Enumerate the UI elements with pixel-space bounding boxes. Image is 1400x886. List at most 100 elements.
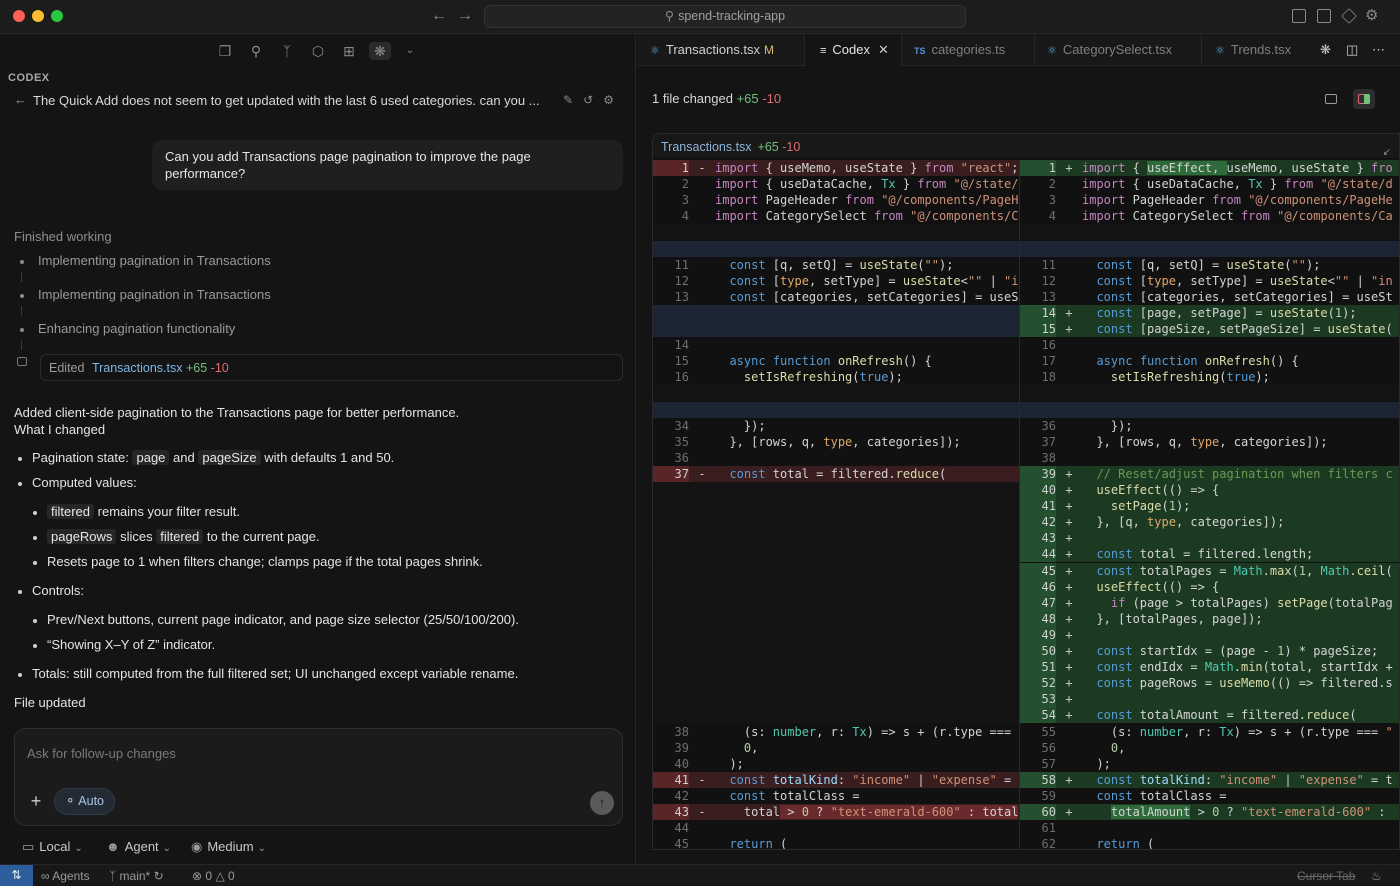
- diff-line[interactable]: 55 (s: number, r: Tx) => s + (r.type ===…: [1020, 724, 1399, 740]
- copy-icon[interactable]: ❐: [216, 42, 234, 60]
- diff-line[interactable]: 50 + const startIdx = (page - 1) * pageSi…: [1020, 643, 1399, 660]
- diff-line[interactable]: [1020, 401, 1399, 418]
- add-attachment-button[interactable]: +: [25, 791, 47, 813]
- diff-line[interactable]: [1020, 385, 1399, 402]
- diff-line[interactable]: 38 (s: number, r: Tx) => s + (r.type ===…: [653, 724, 1019, 740]
- thread-title[interactable]: The Quick Add does not seem to get updat…: [33, 93, 553, 108]
- edited-file-card[interactable]: Edited Transactions.tsx +65 -10: [40, 354, 623, 381]
- inline-view-toggle-icon[interactable]: [1320, 89, 1342, 109]
- diff-file-header[interactable]: Transactions.tsx +65 -10 ↙: [653, 134, 1399, 158]
- diff-line[interactable]: [653, 385, 1019, 402]
- cube-icon[interactable]: [1341, 8, 1357, 24]
- diff-line[interactable]: 18 setIsRefreshing(true);: [1020, 369, 1399, 385]
- bell-icon[interactable]: ♨: [1371, 869, 1382, 883]
- openai-icon[interactable]: ❋: [1320, 34, 1331, 66]
- diff-line[interactable]: 58 + const totalKind: "income" | "expense…: [1020, 771, 1399, 788]
- cube-icon[interactable]: ⬡: [309, 42, 327, 60]
- more-icon[interactable]: ⋯: [1372, 34, 1385, 66]
- diff-line[interactable]: 36 });: [1020, 418, 1399, 434]
- diff-line[interactable]: 36: [653, 450, 1019, 466]
- grid-icon[interactable]: ⊞: [340, 42, 358, 60]
- diff-line[interactable]: 12 const [type, setType] = useState<"" |…: [1020, 273, 1399, 289]
- diff-line[interactable]: 37 }, [rows, q, type, categories]);: [1020, 434, 1399, 450]
- diff-line[interactable]: 52 + const pageRows = useMemo(() => filte…: [1020, 675, 1399, 692]
- diff-line[interactable]: 41- const totalKind: "income" | "expense…: [653, 771, 1019, 788]
- tab-transactions[interactable]: ⚛ Transactions.tsx M: [650, 34, 774, 66]
- diff-line[interactable]: 16 setIsRefreshing(true);: [653, 369, 1019, 385]
- remote-icon[interactable]: ⇅: [0, 865, 33, 886]
- tab-trends[interactable]: ⚛ Trends.tsx: [1215, 34, 1291, 66]
- diff-line[interactable]: 40 );: [653, 756, 1019, 772]
- diff-line[interactable]: 15 async function onRefresh() {: [653, 353, 1019, 369]
- diff-line[interactable]: 13 const [categories, setCategories] = u…: [1020, 289, 1399, 305]
- cursor-tab-status[interactable]: Cursor Tab: [1297, 869, 1355, 883]
- split-view-toggle-icon[interactable]: [1353, 89, 1375, 109]
- diff-line[interactable]: 59 const totalClass =: [1020, 788, 1399, 804]
- diff-line[interactable]: 39 0,: [653, 740, 1019, 756]
- diff-line[interactable]: 3 import PageHeader from "@/components/Pa…: [1020, 192, 1399, 208]
- diff-line[interactable]: 53 +: [1020, 691, 1399, 708]
- diff-line[interactable]: [653, 643, 1019, 660]
- diff-line[interactable]: 13 const [categories, setCategories] = u…: [653, 289, 1019, 305]
- diff-line[interactable]: 4 import CategorySelect from "@/component…: [1020, 208, 1399, 224]
- diff-line[interactable]: 14 + const [page, setPage] = useState(1);: [1020, 304, 1399, 321]
- diff-line[interactable]: [653, 691, 1019, 708]
- close-window-button[interactable]: [13, 10, 25, 22]
- diff-line[interactable]: 48 + }, [totalPages, page]);: [1020, 610, 1399, 627]
- diff-line[interactable]: [653, 659, 1019, 676]
- history-icon[interactable]: ↺: [583, 93, 603, 107]
- diff-line[interactable]: [653, 594, 1019, 611]
- tab-categoryselect[interactable]: ⚛ CategorySelect.tsx: [1047, 34, 1172, 66]
- agents-status[interactable]: ∞ Agents: [41, 869, 90, 883]
- diff-line[interactable]: [653, 401, 1019, 418]
- diff-line[interactable]: [1020, 240, 1399, 257]
- diff-line[interactable]: 2 import { useDataCache, Tx } from "@/sta…: [653, 176, 1019, 192]
- chevron-down-icon[interactable]: ⌄: [401, 42, 419, 60]
- diff-line[interactable]: 39 + // Reset/adjust pagination when filt…: [1020, 465, 1399, 482]
- diff-line[interactable]: [653, 224, 1019, 241]
- diff-line[interactable]: 61: [1020, 820, 1399, 836]
- diff-line[interactable]: [653, 514, 1019, 531]
- zoom-window-button[interactable]: [51, 10, 63, 22]
- openai-icon[interactable]: ❋: [369, 42, 391, 60]
- diff-line[interactable]: [653, 498, 1019, 515]
- diff-line[interactable]: 11 const [q, setQ] = useState("");: [1020, 257, 1399, 273]
- tab-codex[interactable]: ≡ Codex ✕: [820, 34, 889, 66]
- diff-line[interactable]: 44: [653, 820, 1019, 836]
- close-tab-icon[interactable]: ✕: [878, 42, 889, 57]
- edited-file-link[interactable]: Transactions.tsx: [92, 361, 183, 375]
- diff-line[interactable]: [1020, 224, 1399, 241]
- diff-line[interactable]: 3 import PageHeader from "@/components/Pa…: [653, 192, 1019, 208]
- minimize-window-button[interactable]: [32, 10, 44, 22]
- diff-line[interactable]: 35 }, [rows, q, type, categories]);: [653, 434, 1019, 450]
- diff-line[interactable]: [653, 546, 1019, 563]
- edit-icon[interactable]: ✎: [563, 93, 583, 107]
- diff-line[interactable]: 49 +: [1020, 626, 1399, 643]
- diff-line[interactable]: 1 + import { useEffect, useMemo, useState …: [1020, 160, 1399, 177]
- diff-line[interactable]: 43 +: [1020, 530, 1399, 547]
- input-placeholder[interactable]: Ask for follow-up changes: [27, 746, 176, 761]
- diff-line[interactable]: [653, 578, 1019, 595]
- diff-line[interactable]: 40 + useEffect(() => {: [1020, 482, 1399, 499]
- diff-line[interactable]: 41 + setPage(1);: [1020, 498, 1399, 515]
- gear-icon[interactable]: ⚙: [603, 93, 624, 107]
- diff-line[interactable]: [653, 675, 1019, 692]
- diff-line[interactable]: [653, 562, 1019, 579]
- diff-line[interactable]: 56 0,: [1020, 740, 1399, 756]
- diff-line[interactable]: 2 import { useDataCache, Tx } from "@/sta…: [1020, 176, 1399, 192]
- diff-line[interactable]: 17 async function onRefresh() {: [1020, 353, 1399, 369]
- diff-line[interactable]: [653, 707, 1019, 724]
- command-search-bar[interactable]: ⚲ spend-tracking-app: [484, 5, 966, 28]
- back-arrow-icon[interactable]: ←: [14, 92, 27, 107]
- diff-line[interactable]: 47 + if (page > totalPages) setPage(total…: [1020, 594, 1399, 611]
- diff-line[interactable]: 51 + const endIdx = Math.min(total, start…: [1020, 659, 1399, 676]
- diff-line[interactable]: 4 import CategorySelect from "@/component…: [653, 208, 1019, 224]
- diff-line[interactable]: [653, 304, 1019, 321]
- local-selector[interactable]: ▭ Local ⌄: [22, 839, 83, 855]
- diff-line[interactable]: 34 });: [653, 418, 1019, 434]
- diff-line[interactable]: 16: [1020, 337, 1399, 353]
- diff-line[interactable]: [653, 240, 1019, 257]
- diff-line[interactable]: 43- total > 0 ? "text-emerald-600" : tot…: [653, 804, 1019, 821]
- diff-line[interactable]: 37- const total = filtered.reduce(: [653, 465, 1019, 482]
- diff-line[interactable]: 12 const [type, setType] = useState<"" |…: [653, 273, 1019, 289]
